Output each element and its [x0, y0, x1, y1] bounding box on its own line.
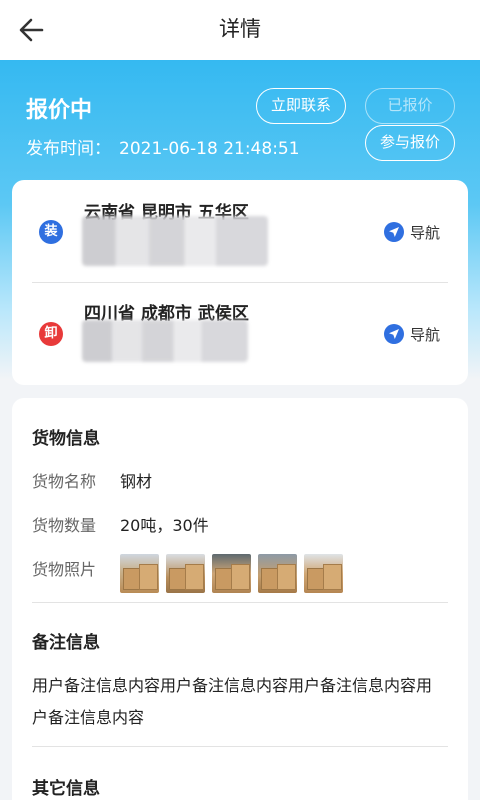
section-divider	[32, 746, 448, 747]
cargo-photo-thumbnail[interactable]	[166, 554, 205, 593]
load-address-detail-redacted	[82, 216, 268, 266]
cargo-info-card: 货物信息 货物名称 钢材 货物数量 20吨，30件 货物照片 备注信息 用户备注…	[12, 398, 468, 800]
unload-address-detail-redacted	[82, 320, 248, 362]
page-title: 详情	[219, 17, 261, 41]
load-navigate-button[interactable]: 导航	[384, 220, 440, 244]
cargo-photo-thumbnail[interactable]	[212, 554, 251, 593]
cargo-photos-label: 货物照片	[32, 560, 97, 579]
load-badge: 装	[39, 220, 63, 244]
unload-navigate-label: 导航	[410, 325, 441, 344]
cargo-name-value: 钢材	[120, 472, 153, 491]
unload-badge: 卸	[39, 322, 63, 346]
remark-section-title: 备注信息	[32, 633, 100, 653]
unload-navigate-button[interactable]: 导航	[384, 322, 440, 346]
cargo-quantity-value: 20吨，30件	[120, 516, 209, 535]
route-card: 装 云南省 昆明市 五华区 导航 卸 四川省 成都市 武侯区 导航	[12, 180, 468, 385]
quoted-button[interactable]: 已报价	[365, 88, 455, 124]
order-status: 报价中	[26, 98, 93, 123]
section-divider	[32, 602, 448, 603]
publish-time-label: 发布时间：	[26, 139, 111, 159]
cargo-photos	[120, 554, 343, 593]
contact-now-button[interactable]: 立即联系	[256, 88, 346, 124]
cargo-quantity-label: 货物数量	[32, 516, 97, 535]
other-section-title: 其它信息	[32, 779, 100, 799]
publish-time: 发布时间： 2021-06-18 21:48:51	[26, 134, 300, 159]
top-nav-bar: 详情	[0, 0, 480, 60]
navigate-icon	[384, 222, 404, 242]
navigate-icon	[384, 324, 404, 344]
route-divider	[32, 282, 448, 283]
cargo-photo-thumbnail[interactable]	[304, 554, 343, 593]
cargo-section-title: 货物信息	[32, 429, 100, 449]
join-quote-button[interactable]: 参与报价	[365, 125, 455, 161]
remark-text: 用户备注信息内容用户备注信息内容用户备注信息内容用户备注信息内容	[32, 676, 433, 727]
cargo-name-label: 货物名称	[32, 472, 97, 491]
cargo-photo-thumbnail[interactable]	[120, 554, 159, 593]
cargo-photo-thumbnail[interactable]	[258, 554, 297, 593]
load-navigate-label: 导航	[410, 223, 441, 242]
publish-time-value: 2021-06-18 21:48:51	[119, 139, 300, 159]
